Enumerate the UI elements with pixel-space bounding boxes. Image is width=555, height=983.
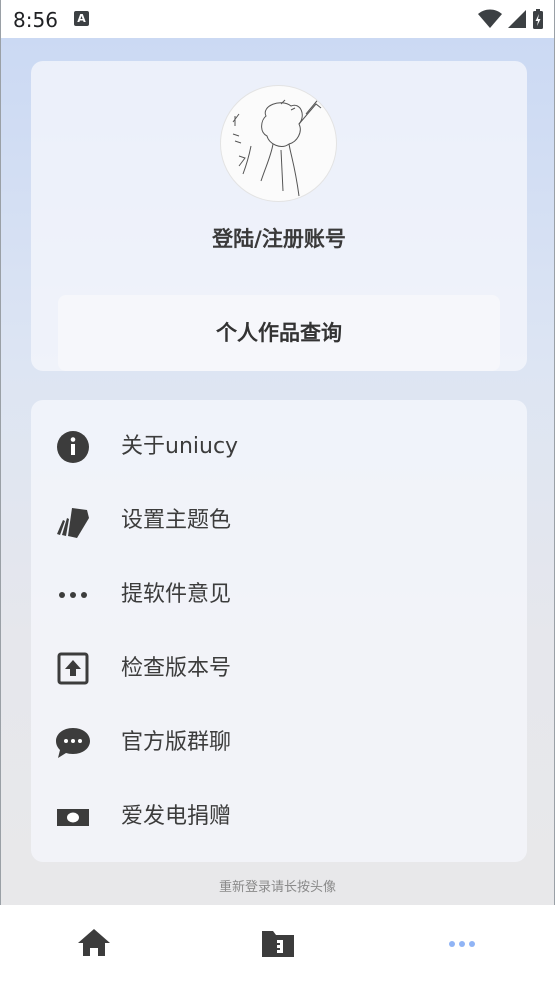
profile-card: 登陆/注册账号 个人作品查询 [31,61,527,371]
notification-icon: A [74,11,89,26]
menu-item-theme-color[interactable]: 设置主题色 [31,484,527,557]
menu-item-label: 官方版群聊 [121,730,232,755]
upload-box-icon [57,652,89,685]
battery-icon [533,9,543,29]
avatar-sketch-image [232,95,322,197]
menu-item-label: 关于uniucy [121,434,239,459]
personal-works-button[interactable]: 个人作品查询 [58,295,500,371]
wifi-icon [477,9,502,28]
more-dots-icon [59,592,87,598]
login-register-link[interactable]: 登陆/注册账号 [31,223,527,253]
menu-item-check-version[interactable]: 检查版本号 [31,632,527,705]
menu-item-label: 爱发电捐赠 [121,804,232,829]
main-content: 登陆/注册账号 个人作品查询 关于uniucy 设置主题色 提软件意见 检查版本… [0,38,555,905]
status-time: 8:56 [13,8,58,32]
relogin-hint: 重新登录请长按头像 [218,880,336,895]
status-bar: 8:56 A [0,0,555,38]
menu-item-label: 设置主题色 [121,508,232,533]
avatar[interactable] [220,85,337,202]
chat-bubble-icon [56,728,90,758]
tab-more[interactable] [442,923,482,963]
palette-cards-icon [57,508,89,538]
menu-item-feedback[interactable]: 提软件意见 [31,558,527,631]
folder-icon [262,931,294,957]
home-icon [78,929,110,956]
money-icon [57,809,89,826]
menu-item-label: 检查版本号 [121,656,232,681]
menu-card: 关于uniucy 设置主题色 提软件意见 检查版本号 官方版群聊 爱发电捐赠 [31,400,527,862]
info-icon [57,431,89,463]
more-dots-icon [449,941,475,947]
status-indicators [477,8,544,30]
menu-item-donate[interactable]: 爱发电捐赠 [31,780,527,853]
menu-item-label: 提软件意见 [121,582,232,607]
tab-home[interactable] [74,923,114,963]
menu-item-group-chat[interactable]: 官方版群聊 [31,706,527,779]
signal-icon [507,10,526,28]
menu-item-about[interactable]: 关于uniucy [31,410,527,483]
tab-files[interactable] [258,923,298,963]
bottom-tab-bar [0,905,555,983]
